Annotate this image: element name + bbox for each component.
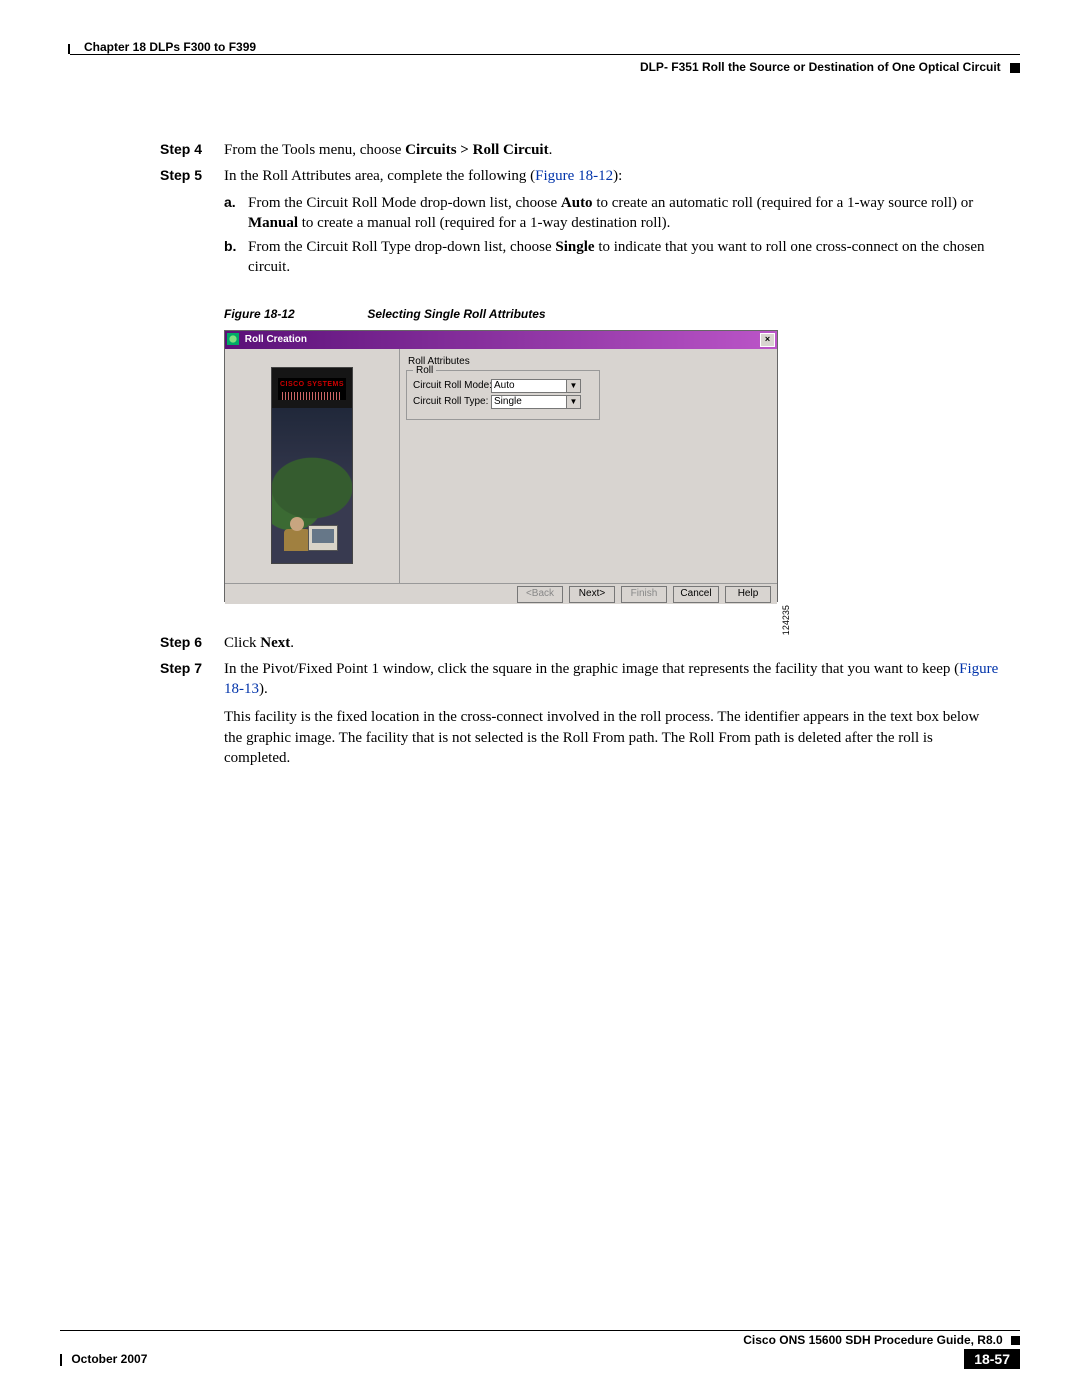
step-7: Step 7 In the Pivot/Fixed Point 1 window… bbox=[160, 659, 1000, 768]
finish-button[interactable]: Finish bbox=[621, 586, 667, 603]
wizard-person bbox=[282, 507, 340, 557]
dialog-main: Roll Attributes Roll Circuit Roll Mode: … bbox=[400, 349, 777, 583]
step-7-t1: In the Pivot/Fixed Point 1 window, click… bbox=[224, 661, 959, 677]
footer-guide: Cisco ONS 15600 SDH Procedure Guide, R8.… bbox=[60, 1333, 1020, 1347]
roll-type-label: Circuit Roll Type: bbox=[413, 395, 491, 409]
step-5a-b1: Auto bbox=[561, 195, 593, 211]
wizard-sidebar: CISCO SYSTEMS bbox=[225, 349, 400, 583]
back-button[interactable]: <Back bbox=[517, 586, 563, 603]
wizard-image: CISCO SYSTEMS bbox=[271, 367, 353, 564]
roll-mode-label: Circuit Roll Mode: bbox=[413, 379, 491, 393]
close-icon[interactable]: × bbox=[760, 333, 775, 347]
step-5a: a. From the Circuit Roll Mode drop-down … bbox=[224, 193, 1000, 234]
step-4-label: Step 4 bbox=[160, 140, 224, 160]
step-5: Step 5 In the Roll Attributes area, comp… bbox=[160, 166, 1000, 186]
step-6-label: Step 6 bbox=[160, 633, 224, 653]
header-tick bbox=[68, 44, 70, 54]
step-4: Step 4 From the Tools menu, choose Circu… bbox=[160, 140, 1000, 160]
step-7-t2: ). bbox=[259, 681, 268, 697]
chapter-title: Chapter 18 DLPs F300 to F399 bbox=[80, 40, 260, 54]
roll-attributes-label: Roll Attributes bbox=[408, 355, 773, 369]
roll-creation-dialog: Roll Creation × CISCO SYSTEMS bbox=[224, 330, 778, 602]
step-4-text-b: . bbox=[549, 142, 553, 158]
dialog-titlebar: Roll Creation × bbox=[225, 331, 777, 349]
cisco-logo-text: CISCO SYSTEMS bbox=[280, 381, 344, 388]
cisco-bars-icon bbox=[282, 392, 342, 400]
step-5-text-a: In the Roll Attributes area, complete th… bbox=[224, 168, 535, 184]
header-square-icon bbox=[1010, 63, 1020, 73]
step-5-body: In the Roll Attributes area, complete th… bbox=[224, 166, 1000, 186]
roll-type-value: Single bbox=[491, 395, 567, 409]
section-title: DLP- F351 Roll the Source or Destination… bbox=[640, 60, 1020, 74]
step-5b-b1: Single bbox=[555, 239, 594, 255]
step-5b: b. From the Circuit Roll Type drop-down … bbox=[224, 237, 1000, 278]
footer-date-text: October 2007 bbox=[71, 1352, 147, 1366]
step-7-label: Step 7 bbox=[160, 659, 224, 768]
step-5b-label: b. bbox=[224, 237, 248, 278]
dialog-body: CISCO SYSTEMS bbox=[225, 349, 777, 583]
page-number: 18-57 bbox=[964, 1349, 1020, 1369]
roll-mode-row: Circuit Roll Mode: Auto ▼ bbox=[413, 379, 593, 393]
roll-group: Roll Circuit Roll Mode: Auto ▼ Circ bbox=[406, 370, 600, 420]
roll-type-dropdown[interactable]: Single ▼ bbox=[491, 395, 581, 409]
cancel-button[interactable]: Cancel bbox=[673, 586, 719, 603]
page-header: Chapter 18 DLPs F300 to F399 DLP- F351 R… bbox=[70, 30, 1020, 80]
figure-title: Selecting Single Roll Attributes bbox=[367, 307, 545, 321]
page-footer: Cisco ONS 15600 SDH Procedure Guide, R8.… bbox=[60, 1330, 1020, 1369]
next-button[interactable]: Next> bbox=[569, 586, 615, 603]
roll-type-row: Circuit Roll Type: Single ▼ bbox=[413, 395, 593, 409]
roll-mode-value: Auto bbox=[491, 379, 567, 393]
figure-number: Figure 18-12 bbox=[224, 306, 364, 322]
step-5a-label: a. bbox=[224, 193, 248, 234]
footer-guide-text: Cisco ONS 15600 SDH Procedure Guide, R8.… bbox=[743, 1333, 1002, 1347]
step-5a-b2: Manual bbox=[248, 215, 298, 231]
footer-square-icon bbox=[1011, 1336, 1020, 1345]
chevron-down-icon[interactable]: ▼ bbox=[567, 395, 581, 409]
footer-tick bbox=[60, 1354, 62, 1366]
step-4-bold: Circuits > Roll Circuit bbox=[405, 142, 548, 158]
figure-id: 124235 bbox=[780, 605, 792, 635]
footer-rule bbox=[60, 1330, 1020, 1331]
step-5a-t2: to create an automatic roll (required fo… bbox=[593, 195, 974, 211]
dialog-icon bbox=[227, 333, 239, 345]
step-6-bold: Next bbox=[260, 635, 290, 651]
figure-18-12-link[interactable]: Figure 18-12 bbox=[535, 168, 613, 184]
step-5b-body: From the Circuit Roll Type drop-down lis… bbox=[248, 237, 1000, 278]
roll-group-legend: Roll bbox=[413, 364, 436, 378]
cisco-logo: CISCO SYSTEMS bbox=[278, 378, 346, 400]
step-5-label: Step 5 bbox=[160, 166, 224, 186]
page-content: Step 4 From the Tools menu, choose Circu… bbox=[160, 140, 1000, 768]
section-title-text: DLP- F351 Roll the Source or Destination… bbox=[640, 60, 1001, 74]
step-7-body: In the Pivot/Fixed Point 1 window, click… bbox=[224, 659, 1000, 768]
step-6-body: Click Next. bbox=[224, 633, 1000, 653]
step-5b-t1: From the Circuit Roll Type drop-down lis… bbox=[248, 239, 555, 255]
chevron-down-icon[interactable]: ▼ bbox=[567, 379, 581, 393]
step-6: Step 6 Click Next. bbox=[160, 633, 1000, 653]
step-6-text-b: . bbox=[290, 635, 294, 651]
step-5a-body: From the Circuit Roll Mode drop-down lis… bbox=[248, 193, 1000, 234]
step-7-para2: This facility is the fixed location in t… bbox=[224, 709, 979, 766]
step-6-text-a: Click bbox=[224, 635, 260, 651]
step-4-body: From the Tools menu, choose Circuits > R… bbox=[224, 140, 1000, 160]
figure-18-12: Roll Creation × CISCO SYSTEMS bbox=[224, 330, 786, 605]
footer-date: October 2007 bbox=[60, 1352, 147, 1366]
dialog-button-bar: <Back Next> Finish Cancel Help bbox=[225, 583, 777, 604]
step-5a-t1: From the Circuit Roll Mode drop-down lis… bbox=[248, 195, 561, 211]
figure-caption: Figure 18-12 Selecting Single Roll Attri… bbox=[224, 306, 1000, 322]
dialog-title: Roll Creation bbox=[245, 334, 307, 345]
step-5a-t3: to create a manual roll (required for a … bbox=[298, 215, 670, 231]
step-4-text-a: From the Tools menu, choose bbox=[224, 142, 405, 158]
roll-attributes-panel: Roll Attributes Roll Circuit Roll Mode: … bbox=[404, 355, 773, 421]
header-rule bbox=[70, 54, 1020, 55]
help-button[interactable]: Help bbox=[725, 586, 771, 603]
roll-mode-dropdown[interactable]: Auto ▼ bbox=[491, 379, 581, 393]
step-5-text-b: ): bbox=[613, 168, 622, 184]
